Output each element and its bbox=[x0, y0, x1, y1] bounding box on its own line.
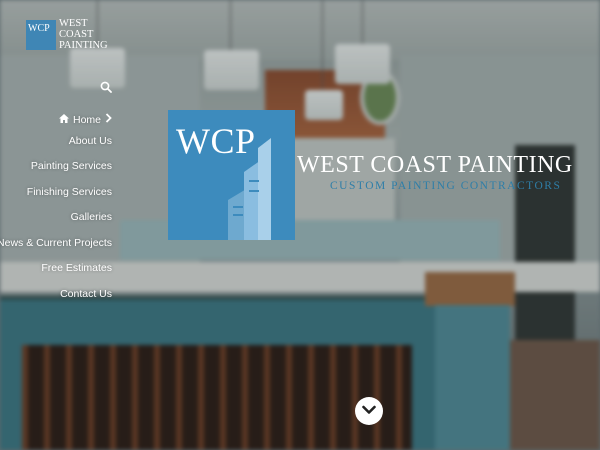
scroll-down-button[interactable] bbox=[355, 397, 383, 425]
nav-item-about-us[interactable]: About Us bbox=[0, 133, 112, 159]
chevron-down-icon bbox=[362, 402, 376, 420]
hero-logo-mark: WCP bbox=[168, 110, 295, 240]
nav-item-painting-services[interactable]: Painting Services bbox=[0, 158, 112, 184]
nav-item-finishing-services[interactable]: Finishing Services bbox=[0, 184, 112, 210]
logo-name-line: WEST bbox=[59, 18, 88, 29]
nav-item-news-current-projects[interactable]: News & Current Projects bbox=[0, 235, 112, 261]
main-navigation: Home About Us Painting Services Finishin… bbox=[0, 107, 112, 311]
nav-item-galleries[interactable]: Galleries bbox=[0, 209, 112, 235]
site-logo[interactable]: WCP WEST COAST PAINTING bbox=[26, 18, 108, 51]
building-graphic bbox=[228, 138, 271, 240]
logo-name: WEST COAST PAINTING bbox=[59, 18, 108, 51]
search-icon[interactable] bbox=[100, 80, 112, 93]
nav-item-contact-us[interactable]: Contact Us bbox=[0, 286, 112, 312]
hero-subtitle: CUSTOM PAINTING CONTRACTORS bbox=[330, 180, 562, 192]
nav-item-label: Home bbox=[72, 113, 101, 126]
logo-name-line: COAST bbox=[59, 29, 94, 40]
hero-title: WEST COAST PAINTING bbox=[297, 152, 573, 178]
logo-name-line: PAINTING bbox=[59, 40, 108, 51]
logo-mark-text: WCP bbox=[28, 22, 50, 34]
logo-mark: WCP bbox=[26, 19, 56, 50]
nav-item-free-estimates[interactable]: Free Estimates bbox=[0, 260, 112, 286]
chevron-right-icon[interactable] bbox=[105, 112, 112, 128]
nav-item-home[interactable]: Home bbox=[0, 107, 112, 133]
home-icon bbox=[58, 112, 69, 128]
